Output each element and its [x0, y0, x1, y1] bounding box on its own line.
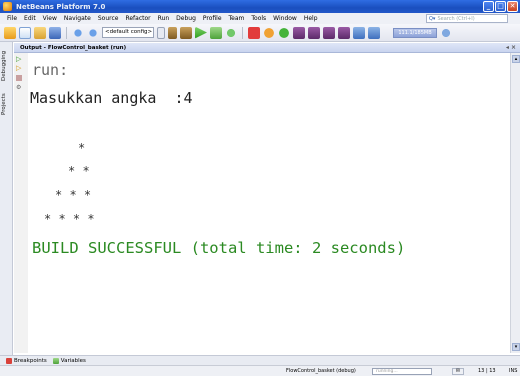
star-row: *	[78, 141, 86, 155]
search-input[interactable]: Q▾ Search (Ctrl+I)	[426, 14, 508, 23]
star-row: * * *	[55, 188, 92, 202]
toolbar-separator	[242, 26, 243, 39]
variables-icon	[52, 357, 59, 364]
menu-window[interactable]: Window	[273, 15, 297, 22]
menu-team[interactable]: Team	[229, 15, 245, 22]
console-run-line: run:	[32, 61, 69, 79]
menu-debug[interactable]: Debug	[176, 15, 196, 22]
memory-usage-bar[interactable]: 111.1/185MB	[393, 27, 437, 38]
maximize-button[interactable]: □	[495, 1, 506, 12]
profile-icon[interactable]	[225, 26, 237, 39]
menu-tools[interactable]: Tools	[251, 15, 266, 22]
redo-icon[interactable]	[87, 26, 99, 39]
menu-navigate[interactable]: Navigate	[64, 15, 91, 22]
left-side-strip: Debugging Projects	[0, 42, 13, 355]
step-over-icon[interactable]	[293, 26, 305, 39]
menu-view[interactable]: View	[43, 15, 57, 22]
menu-refactor[interactable]: Refactor	[125, 15, 150, 22]
step-out-icon[interactable]	[323, 26, 335, 39]
status-progress-bar[interactable]: running...	[372, 368, 432, 375]
status-bar: FlowControl_basket (debug) running... ✉ …	[0, 365, 520, 376]
new-project-icon[interactable]	[4, 26, 16, 39]
toolbar-separator	[66, 26, 67, 39]
menu-run[interactable]: Run	[158, 15, 170, 22]
save-all-icon[interactable]	[49, 26, 61, 39]
notifications-icon[interactable]: ✉	[452, 368, 464, 375]
window-title: NetBeans Platform 7.0	[16, 2, 106, 11]
open-project-icon[interactable]	[34, 26, 46, 39]
netbeans-app-icon	[3, 2, 12, 11]
minimize-button[interactable]: _	[483, 1, 494, 12]
take-snapshot-icon[interactable]	[368, 26, 380, 39]
new-file-icon[interactable]	[19, 26, 31, 39]
undo-icon[interactable]	[72, 26, 84, 39]
menu-bar: File Edit View Navigate Source Refactor …	[0, 13, 520, 24]
run-to-cursor-icon[interactable]	[338, 26, 350, 39]
build-hammer-icon[interactable]	[168, 26, 177, 39]
scroll-up-icon[interactable]: ▴	[512, 55, 520, 63]
window-controls: _ □ ✕	[483, 1, 518, 12]
run-icon[interactable]	[195, 26, 207, 39]
finish-debugger-icon[interactable]	[248, 26, 260, 39]
menu-file[interactable]: File	[7, 15, 17, 22]
config-select[interactable]: <default config>	[102, 27, 154, 38]
step-into-icon[interactable]	[308, 26, 320, 39]
stop-icon[interactable]	[16, 74, 25, 82]
config-dropdown-icon[interactable]	[157, 26, 165, 39]
output-console[interactable]: run: Masukkan angka :4 * * * * * * * * *…	[28, 53, 510, 353]
menu-source[interactable]: Source	[98, 15, 119, 22]
rerun-different-icon[interactable]: ▷	[16, 64, 25, 72]
pause-icon[interactable]	[263, 26, 275, 39]
settings-icon[interactable]: ⚙	[16, 84, 25, 92]
gc-icon[interactable]	[440, 26, 452, 39]
scroll-down-icon[interactable]: ▾	[512, 343, 520, 351]
search-placeholder: Search (Ctrl+I)	[437, 15, 475, 22]
output-panel-title: Output - FlowControl_basket (run)	[20, 45, 127, 51]
star-row: * * * *	[44, 212, 95, 226]
output-gutter: ▷ ▷ ⚙	[14, 53, 28, 353]
title-bar: NetBeans Platform 7.0 _ □ ✕	[0, 0, 520, 13]
menu-help[interactable]: Help	[304, 15, 318, 22]
apply-changes-icon[interactable]	[353, 26, 365, 39]
vertical-scrollbar[interactable]: ▴ ▾	[510, 53, 520, 353]
caret-position: 13 | 13	[478, 368, 496, 374]
main-toolbar: <default config> 111.1/185MB	[0, 24, 520, 42]
debug-icon[interactable]	[210, 26, 222, 39]
search-icon: Q▾	[429, 15, 436, 22]
insert-mode: INS	[509, 368, 518, 374]
console-input-line: Masukkan angka :4	[30, 89, 193, 107]
clean-build-icon[interactable]	[180, 26, 192, 39]
build-status-line: BUILD SUCCESSFUL (total time: 2 seconds)	[32, 239, 406, 257]
continue-icon[interactable]	[278, 26, 290, 39]
menu-edit[interactable]: Edit	[24, 15, 36, 22]
output-panel-header: Output - FlowControl_basket (run) ◂ ×	[14, 43, 520, 53]
tab-breakpoints[interactable]: Breakpoints	[6, 357, 47, 364]
tab-projects[interactable]: Projects	[1, 88, 11, 120]
close-button[interactable]: ✕	[507, 1, 518, 12]
tab-variables-label: Variables	[60, 357, 86, 364]
bottom-tab-strip: Breakpoints Variables	[0, 355, 520, 365]
menu-profile[interactable]: Profile	[203, 15, 222, 22]
panel-controls[interactable]: ◂ ×	[506, 43, 516, 53]
status-task-name[interactable]: FlowControl_basket (debug)	[286, 368, 356, 374]
rerun-icon[interactable]: ▷	[16, 55, 25, 63]
breakpoint-icon	[6, 357, 12, 364]
tab-debugging[interactable]: Debugging	[1, 48, 11, 84]
star-row: * *	[68, 164, 90, 178]
tab-breakpoints-label: Breakpoints	[14, 357, 47, 364]
tab-variables[interactable]: Variables	[52, 357, 86, 364]
